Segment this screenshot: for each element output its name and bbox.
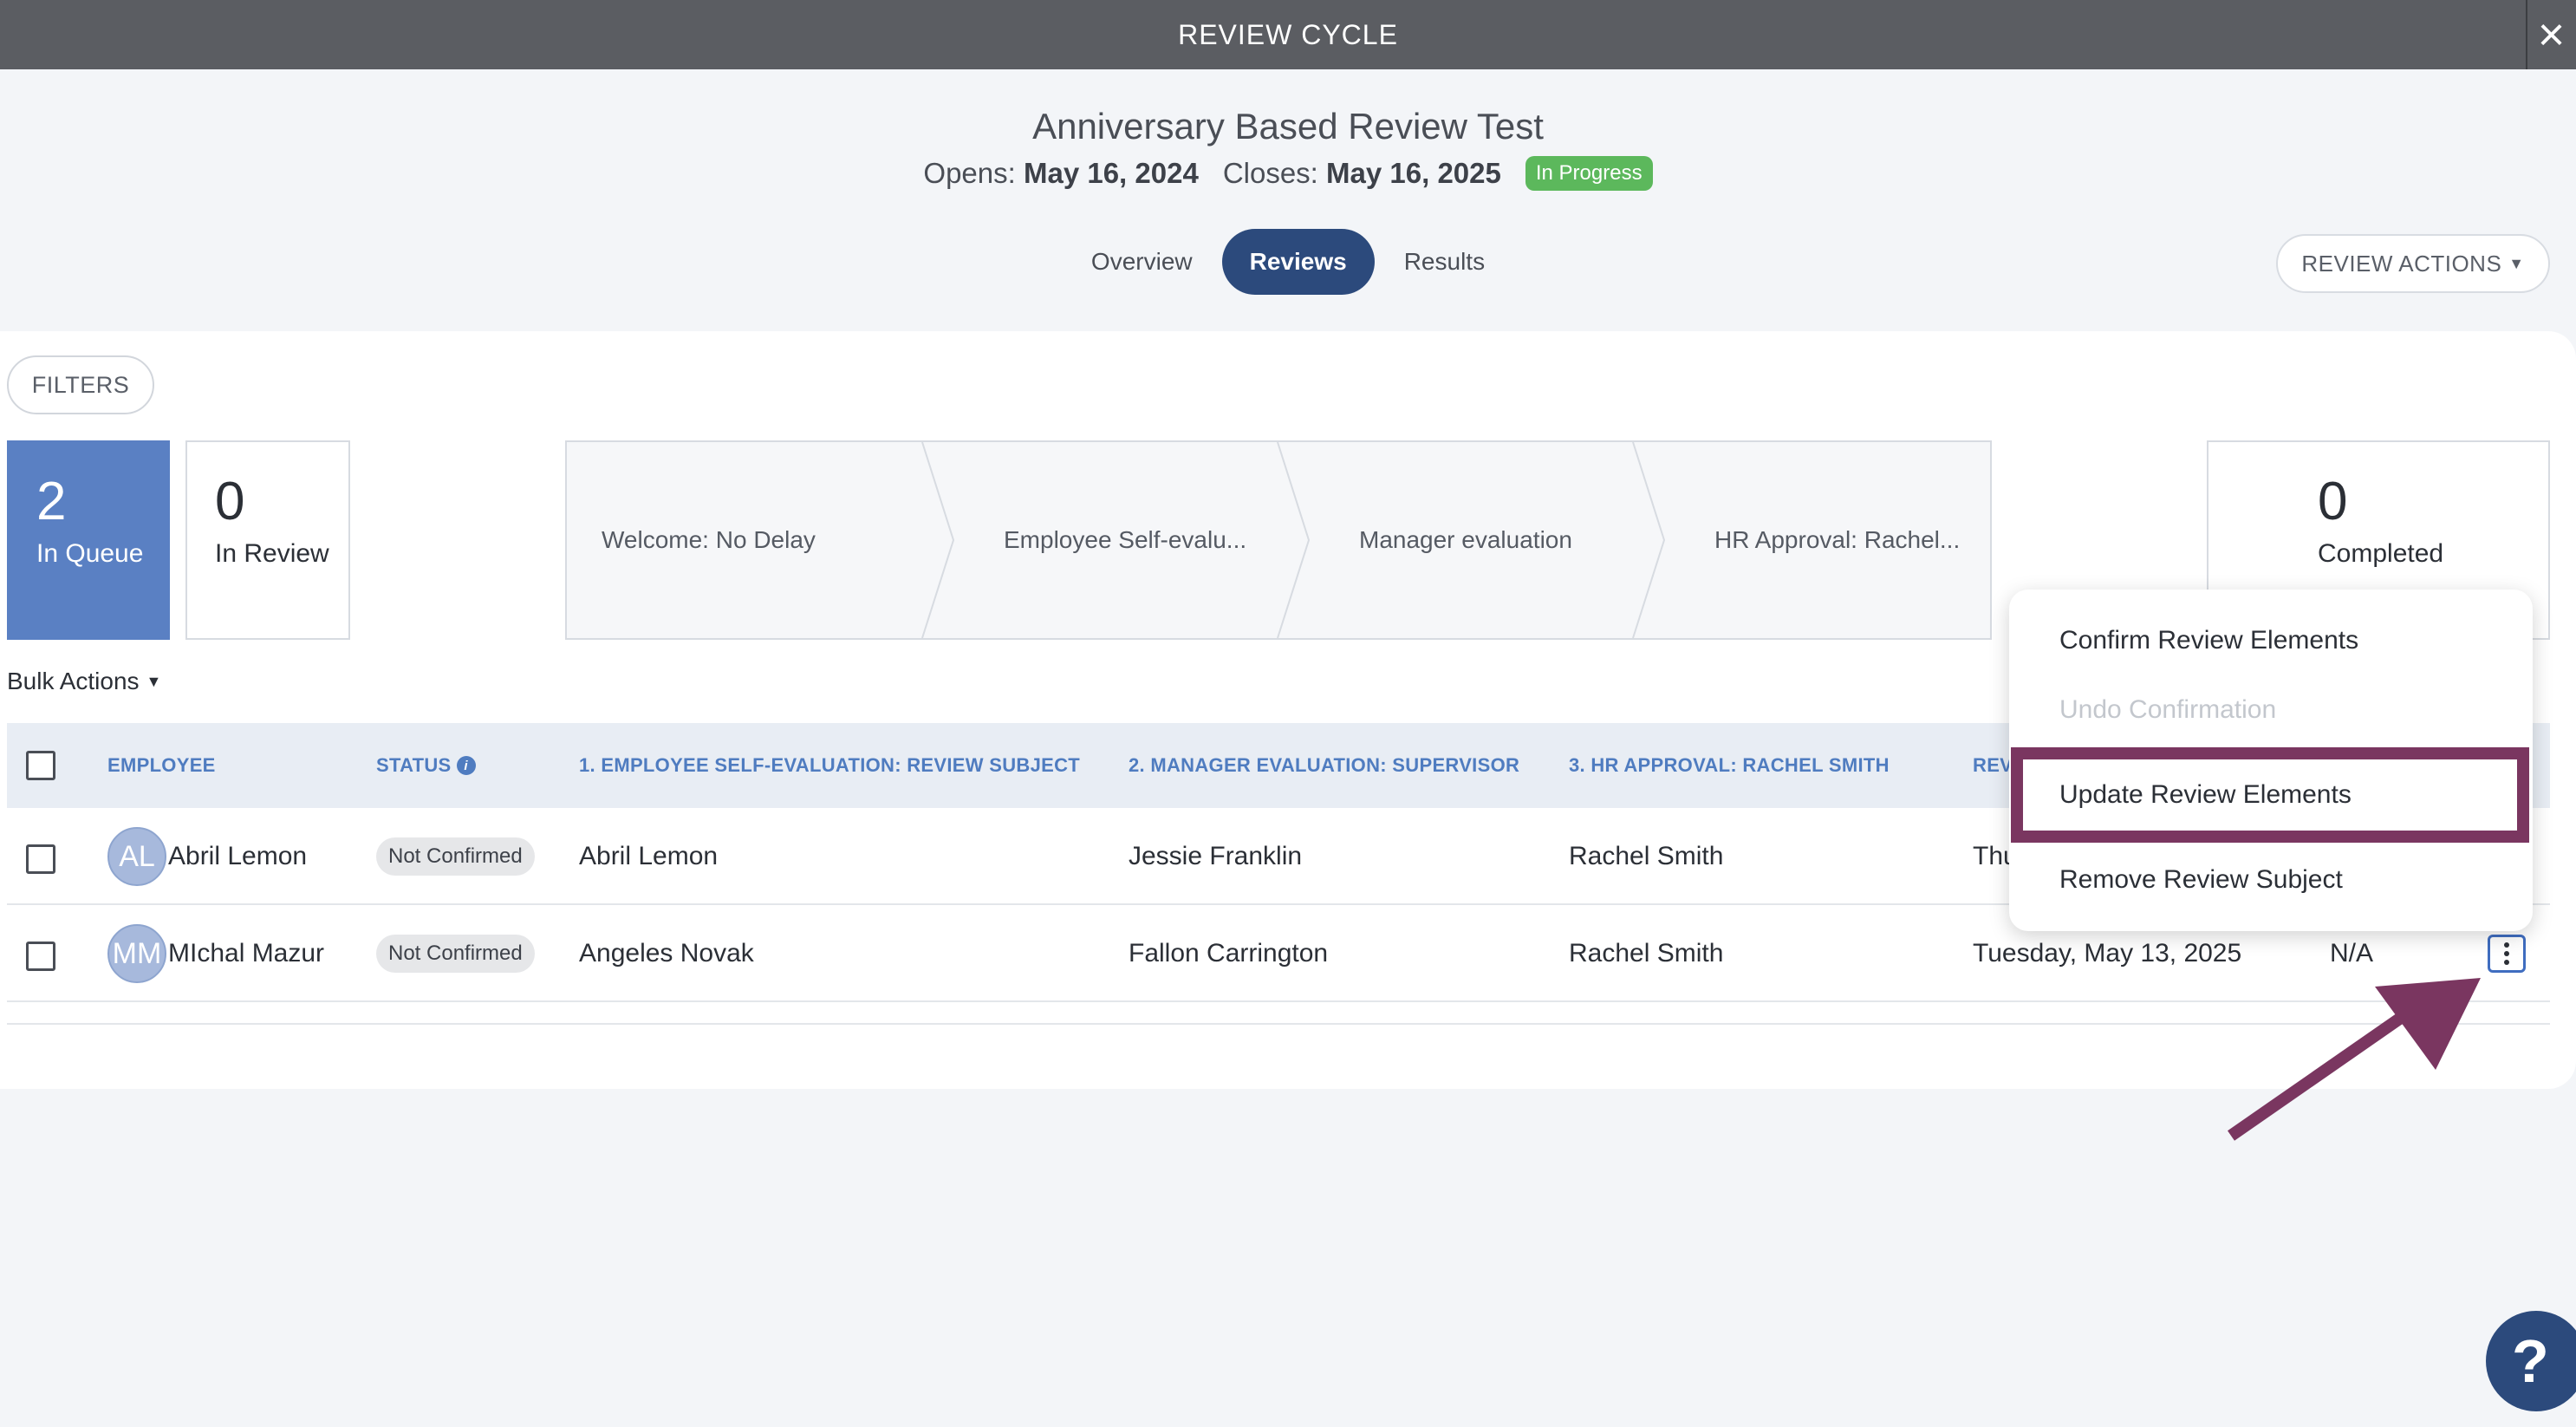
avatar: MM — [107, 924, 166, 983]
tab-bar: Overview Reviews Results — [0, 229, 2576, 295]
in-queue-count: 2 — [36, 472, 67, 531]
self-evaluation-cell: Abril Lemon — [579, 842, 719, 870]
column-self-evaluation[interactable]: 1. EMPLOYEE SELF-EVALUATION: REVIEW SUBJ… — [579, 723, 1080, 808]
row-checkbox[interactable] — [26, 942, 55, 971]
employee-name[interactable]: MIchal Mazur — [168, 905, 324, 1002]
column-status[interactable]: STATUS i — [376, 723, 476, 808]
review-actions-label: REVIEW ACTIONS — [2301, 250, 2502, 277]
column-review-date[interactable]: REV — [1973, 723, 2013, 808]
avatar: AL — [107, 827, 166, 886]
help-button[interactable]: ? — [2486, 1311, 2576, 1411]
hr-approval-cell: Rachel Smith — [1569, 939, 1724, 968]
completed-count: 0 — [2318, 472, 2348, 531]
stage-self-evaluation[interactable]: Employee Self-evalu... — [1004, 442, 1246, 638]
column-employee[interactable]: EMPLOYEE — [107, 723, 216, 808]
modal-title: REVIEW CYCLE — [1178, 18, 1398, 50]
tab-results[interactable]: Results — [1380, 229, 1509, 295]
menu-item-confirm-review-elements[interactable]: Confirm Review Elements — [2059, 626, 2358, 655]
annotation-arrow — [2228, 978, 2481, 1141]
menu-item-undo-confirmation: Undo Confirmation — [2059, 695, 2277, 724]
caret-down-icon: ▼ — [146, 672, 162, 690]
hr-approval-cell: Rachel Smith — [1569, 842, 1724, 870]
opens-date: May 16, 2024 — [1023, 157, 1199, 189]
completed-label: Completed — [2318, 539, 2444, 568]
in-review-tile[interactable]: 0 In Review — [185, 440, 350, 640]
menu-item-remove-review-subject[interactable]: Remove Review Subject — [2059, 865, 2343, 895]
stage-pipeline: Welcome: No Delay Employee Self-evalu...… — [565, 440, 1992, 640]
highlight-box — [2011, 747, 2529, 843]
info-icon[interactable]: i — [456, 756, 476, 775]
stage-hr-approval[interactable]: HR Approval: Rachel... — [1714, 442, 1960, 638]
self-evaluation-cell: Angeles Novak — [579, 939, 754, 968]
stage-welcome[interactable]: Welcome: No Delay — [602, 442, 816, 638]
close-icon[interactable]: × — [2526, 0, 2576, 69]
in-queue-tile[interactable]: 2 In Queue — [7, 440, 170, 640]
tab-reviews[interactable]: Reviews — [1221, 229, 1375, 295]
closes-label: Closes: — [1222, 157, 1318, 189]
review-actions-button[interactable]: REVIEW ACTIONS ▼ — [2276, 234, 2550, 293]
employee-name[interactable]: Abril Lemon — [168, 808, 307, 905]
in-review-label: In Review — [215, 539, 329, 568]
manager-cell: Fallon Carrington — [1129, 939, 1329, 968]
cycle-title: Anniversary Based Review Test — [1032, 106, 1544, 147]
bulk-actions-dropdown[interactable]: Bulk Actions ▼ — [7, 668, 161, 695]
opens-label: Opens: — [923, 157, 1016, 189]
cycle-dates: Opens: May 16, 2024 Closes: May 16, 2025… — [0, 156, 2576, 191]
row-checkbox[interactable] — [26, 844, 55, 874]
stage-manager-evaluation[interactable]: Manager evaluation — [1359, 442, 1572, 638]
status-pill: Not Confirmed — [376, 837, 535, 876]
modal-header: REVIEW CYCLE × — [0, 0, 2576, 69]
table-divider — [7, 1023, 2550, 1025]
status-badge: In Progress — [1525, 156, 1653, 191]
caret-down-icon: ▼ — [2508, 254, 2525, 272]
in-queue-label: In Queue — [36, 539, 144, 568]
in-review-count: 0 — [215, 472, 245, 531]
column-manager-evaluation[interactable]: 2. MANAGER EVALUATION: SUPERVISOR — [1129, 723, 1519, 808]
status-pill: Not Confirmed — [376, 935, 535, 973]
bulk-actions-label: Bulk Actions — [7, 668, 140, 694]
closes-date: May 16, 2025 — [1326, 157, 1501, 189]
column-hr-approval[interactable]: 3. HR APPROVAL: RACHEL SMITH — [1569, 723, 1890, 808]
tab-overview[interactable]: Overview — [1067, 229, 1217, 295]
filters-button[interactable]: FILTERS — [7, 355, 154, 414]
select-all-checkbox[interactable] — [26, 751, 55, 780]
manager-cell: Jessie Franklin — [1129, 842, 1303, 870]
column-status-label: STATUS — [376, 754, 452, 776]
